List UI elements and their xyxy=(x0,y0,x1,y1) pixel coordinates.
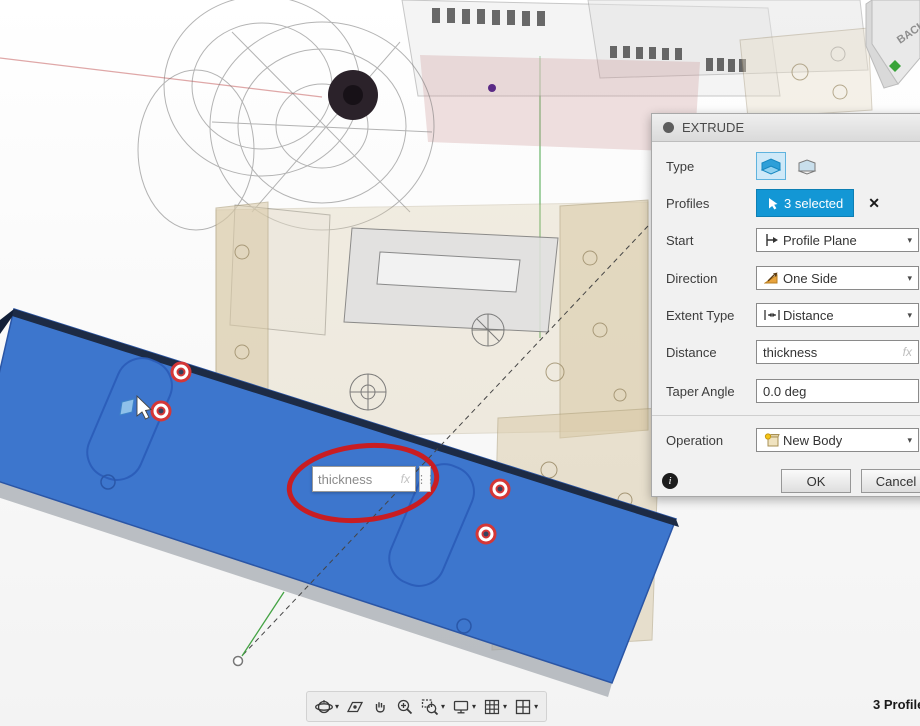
operation-dropdown[interactable]: New Body xyxy=(756,428,919,452)
start-label: Start xyxy=(666,233,756,248)
chevron-down-icon xyxy=(903,310,916,321)
chevron-down-icon xyxy=(472,702,476,711)
ok-button[interactable]: OK xyxy=(781,469,851,493)
select-cursor-icon xyxy=(767,197,778,210)
fit-button[interactable] xyxy=(418,696,448,718)
extrude-thin-icon xyxy=(795,155,819,177)
distance-extent-icon xyxy=(761,309,783,321)
profiles-label: Profiles xyxy=(666,196,756,211)
distance-row: Distance thickness fx xyxy=(652,337,920,367)
taper-angle-value: 0.0 deg xyxy=(763,384,806,399)
chevron-down-icon xyxy=(903,435,916,446)
view-cube[interactable]: BACK xyxy=(866,0,920,88)
display-settings-button[interactable] xyxy=(449,696,479,718)
floating-input-value: thickness xyxy=(318,472,372,487)
dialog-separator xyxy=(652,415,920,416)
chevron-down-icon xyxy=(903,273,916,284)
fx-icon: fx xyxy=(903,345,912,359)
taper-angle-input[interactable]: 0.0 deg xyxy=(756,379,919,403)
extrude-thin-type-button[interactable] xyxy=(792,152,822,180)
display-settings-icon xyxy=(452,698,470,716)
distance-label: Distance xyxy=(666,345,756,360)
start-row: Start Profile Plane xyxy=(652,225,920,255)
taper-angle-row: Taper Angle 0.0 deg xyxy=(652,376,920,406)
profiles-selected-button[interactable]: 3 selected xyxy=(756,189,854,217)
distance-floating-input[interactable]: thickness fx xyxy=(312,466,416,492)
chevron-down-icon xyxy=(534,702,538,711)
operation-label: Operation xyxy=(666,433,756,448)
dialog-header[interactable]: EXTRUDE xyxy=(652,114,920,142)
extrude-solid-type-button[interactable] xyxy=(756,152,786,180)
viewports-button[interactable] xyxy=(511,696,541,718)
look-at-icon xyxy=(346,698,364,716)
profiles-row: Profiles 3 selected xyxy=(652,188,920,218)
look-at-button[interactable] xyxy=(343,696,367,718)
one-side-icon xyxy=(761,271,783,285)
start-value: Profile Plane xyxy=(783,233,857,248)
chevron-down-icon xyxy=(441,702,445,711)
chevron-down-icon xyxy=(903,235,916,246)
chevron-down-icon xyxy=(335,702,339,711)
operation-row: Operation New Body xyxy=(652,425,920,455)
distance-value: thickness xyxy=(763,345,817,360)
extrude-dialog: EXTRUDE Type Profiles xyxy=(651,113,920,497)
extent-type-value: Distance xyxy=(783,308,834,323)
profiles-selected-count: 3 selected xyxy=(784,196,843,211)
extent-type-label: Extent Type xyxy=(666,308,756,323)
pan-button[interactable] xyxy=(368,696,392,718)
extrude-solid-icon xyxy=(759,155,783,177)
grid-and-snaps-button[interactable] xyxy=(480,696,510,718)
taper-angle-label: Taper Angle xyxy=(666,384,756,399)
extent-type-row: Extent Type Distance xyxy=(652,300,920,330)
grid-and-snaps-icon xyxy=(483,698,501,716)
direction-label: Direction xyxy=(666,271,756,286)
dialog-command-icon xyxy=(663,122,674,133)
info-icon[interactable] xyxy=(662,473,678,489)
dialog-footer: OK Cancel xyxy=(652,468,920,494)
distance-input[interactable]: thickness fx xyxy=(756,340,919,364)
navigation-toolbar xyxy=(306,691,547,722)
direction-dropdown[interactable]: One Side xyxy=(756,266,919,290)
profile-plane-icon xyxy=(761,233,783,247)
application-window: BACK thickness fx EXTRUDE Type xyxy=(0,0,920,726)
type-label: Type xyxy=(666,159,756,174)
new-body-icon xyxy=(761,433,783,447)
zoom-button[interactable] xyxy=(393,696,417,718)
fit-icon xyxy=(421,698,439,716)
direction-value: One Side xyxy=(783,271,837,286)
start-dropdown[interactable]: Profile Plane xyxy=(756,228,919,252)
viewports-icon xyxy=(514,698,532,716)
clear-selection-icon[interactable] xyxy=(868,195,880,212)
fx-icon: fx xyxy=(401,472,410,486)
chevron-down-icon xyxy=(503,702,507,711)
zoom-icon xyxy=(396,698,414,716)
extent-type-dropdown[interactable]: Distance xyxy=(756,303,919,327)
orbit-icon xyxy=(315,698,333,716)
selection-status-text: 3 Profiles xyxy=(873,697,920,712)
operation-value: New Body xyxy=(783,433,842,448)
pan-icon xyxy=(371,698,389,716)
cancel-button[interactable]: Cancel xyxy=(861,469,920,493)
type-row: Type xyxy=(652,151,920,181)
direction-row: Direction One Side xyxy=(652,263,920,293)
dialog-title: EXTRUDE xyxy=(682,120,744,135)
orbit-button[interactable] xyxy=(312,696,342,718)
floating-input-drag-handle[interactable] xyxy=(419,466,431,492)
